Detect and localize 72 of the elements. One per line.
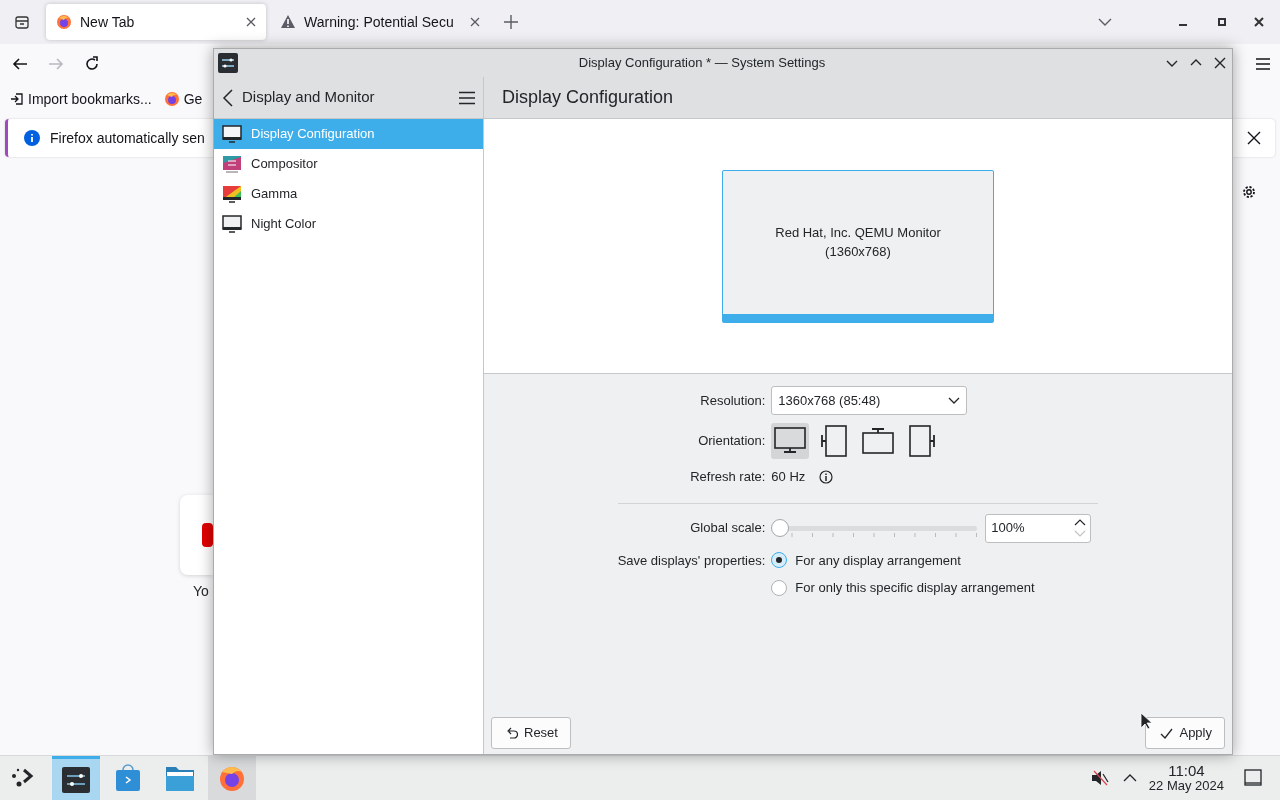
dropdown-icon[interactable] — [1098, 17, 1112, 27]
refresh-rate-value: 60 Hz — [771, 468, 806, 486]
app-icon — [218, 53, 238, 73]
radio-button[interactable] — [771, 552, 788, 569]
menu-icon[interactable] — [459, 90, 475, 105]
back-icon[interactable] — [12, 56, 28, 72]
browser-tab[interactable]: New Tab — [46, 4, 266, 40]
gamma-icon — [222, 185, 242, 203]
radio-label: For only this specific display arrangement — [795, 579, 1035, 597]
close-icon[interactable] — [246, 17, 256, 27]
warning-icon — [280, 14, 296, 30]
radio-button[interactable] — [771, 579, 788, 596]
field-label: Orientation: — [697, 432, 766, 451]
shopping-bag-icon — [114, 764, 142, 792]
browser-tab[interactable]: Warning: Potential Secu — [270, 4, 490, 40]
shortcut-tile[interactable] — [180, 495, 213, 575]
muted-speaker-icon[interactable] — [1090, 770, 1109, 786]
reload-icon[interactable] — [84, 56, 100, 72]
import-icon — [10, 92, 24, 106]
apply-button[interactable]: Apply — [1145, 717, 1225, 749]
tile-logo-icon — [202, 523, 213, 547]
close-icon[interactable] — [1254, 17, 1264, 27]
monitor-icon — [222, 125, 242, 143]
show-desktop-icon[interactable] — [1244, 769, 1262, 787]
sidebar-title: Display and Monitor — [242, 87, 376, 108]
settings-app-icon — [62, 765, 90, 794]
close-icon[interactable] — [1247, 131, 1261, 145]
settings-icon[interactable] — [1241, 184, 1257, 200]
check-icon — [1160, 727, 1174, 739]
monitor-resolution: (1360x768) — [825, 243, 891, 261]
scale-spinbox[interactable]: 100% — [985, 513, 1092, 543]
monitor-preview[interactable]: Red Hat, Inc. QEMU Monitor (1360x768) — [722, 169, 994, 323]
radio-label: For any display arrangement — [795, 551, 961, 570]
info-icon — [24, 130, 40, 146]
resolution-dropdown[interactable]: 1360x768 (85:48) — [771, 386, 968, 415]
monitor-icon — [222, 215, 242, 233]
shortcut-label: Yo — [193, 582, 209, 601]
page-title: Display Configuration — [501, 86, 675, 109]
bookmark-link[interactable]: Import bookmarks... — [10, 88, 152, 110]
slider-thumb[interactable] — [771, 519, 790, 537]
clock-date[interactable]: 22 May 2024 — [1148, 779, 1224, 794]
field-label: Save displays' properties: — [617, 551, 766, 570]
taskbar-button[interactable] — [52, 755, 100, 800]
info-icon[interactable] — [819, 469, 834, 484]
folder-icon — [166, 764, 194, 792]
firefox-icon — [218, 764, 246, 792]
chevron-up-icon[interactable] — [1122, 774, 1137, 782]
tab-list-icon[interactable] — [14, 14, 30, 30]
firefox-icon — [56, 14, 72, 30]
radio-option[interactable]: For only this specific display arrangement — [771, 578, 1035, 598]
firefox-icon — [163, 91, 180, 107]
field-label: Refresh rate: — [689, 468, 766, 486]
menu-icon[interactable] — [1256, 58, 1270, 70]
field-label: Global scale: — [689, 519, 766, 538]
bookmark-link[interactable]: Ge — [163, 88, 203, 110]
back-icon[interactable] — [222, 88, 234, 107]
notification-text: Firefox automatically sen — [50, 128, 205, 148]
maximize-icon[interactable] — [1218, 18, 1226, 26]
compositor-icon — [222, 155, 242, 173]
window-title: Display Configuration * — System Settings — [577, 54, 827, 73]
clock-time[interactable]: 11:04 — [1168, 762, 1205, 780]
close-icon[interactable] — [1214, 57, 1226, 69]
new-tab-icon[interactable] — [504, 15, 518, 29]
undo-icon — [506, 727, 518, 739]
radio-option[interactable]: For any display arrangement — [771, 550, 961, 570]
reset-button[interactable]: Reset — [491, 717, 571, 749]
orientation-button[interactable] — [771, 423, 810, 459]
mouse-pointer-icon — [1140, 712, 1152, 730]
chevron-down-icon — [948, 396, 961, 405]
scale-slider[interactable] — [771, 518, 978, 538]
field-label: Resolution: — [699, 391, 766, 410]
monitor-name: Red Hat, Inc. QEMU Monitor — [775, 223, 941, 242]
